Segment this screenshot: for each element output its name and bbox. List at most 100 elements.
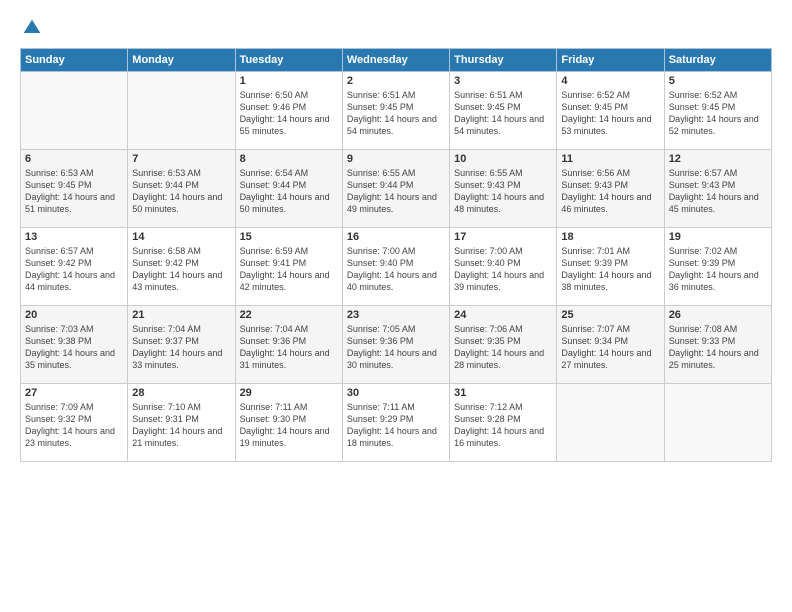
day-cell: 12 Sunrise: 6:57 AM Sunset: 9:43 PM Dayli… xyxy=(664,150,771,228)
day-cell: 20 Sunrise: 7:03 AM Sunset: 9:38 PM Dayli… xyxy=(21,306,128,384)
day-info: Sunrise: 6:54 AM Sunset: 9:44 PM Dayligh… xyxy=(240,167,338,216)
day-number: 11 xyxy=(561,153,659,165)
day-info: Sunrise: 7:00 AM Sunset: 9:40 PM Dayligh… xyxy=(347,245,445,294)
day-cell: 31 Sunrise: 7:12 AM Sunset: 9:28 PM Dayli… xyxy=(450,384,557,462)
day-number: 13 xyxy=(25,231,123,243)
day-cell: 14Sunrise: 6:58 AM Sunset: 9:42 PM Dayli… xyxy=(128,228,235,306)
day-number: 20 xyxy=(25,309,123,321)
day-cell: 11 Sunrise: 6:56 AM Sunset: 9:43 PM Dayli… xyxy=(557,150,664,228)
day-info: Sunrise: 6:51 AM Sunset: 9:45 PM Dayligh… xyxy=(347,89,445,138)
day-number: 7 xyxy=(132,153,230,165)
day-number: 27 xyxy=(25,387,123,399)
header xyxy=(20,18,772,38)
day-cell: 3Sunrise: 6:51 AM Sunset: 9:45 PM Daylig… xyxy=(450,72,557,150)
day-number: 12 xyxy=(669,153,767,165)
day-cell: 1 Sunrise: 6:50 AM Sunset: 9:46 PM Daylig… xyxy=(235,72,342,150)
day-cell xyxy=(21,72,128,150)
week-row-2: 6Sunrise: 6:53 AM Sunset: 9:45 PM Daylig… xyxy=(21,150,772,228)
day-cell: 18 Sunrise: 7:01 AM Sunset: 9:39 PM Dayli… xyxy=(557,228,664,306)
day-info: Sunrise: 7:01 AM Sunset: 9:39 PM Dayligh… xyxy=(561,245,659,294)
header-cell-friday: Friday xyxy=(557,49,664,72)
day-number: 21 xyxy=(132,309,230,321)
day-number: 9 xyxy=(347,153,445,165)
day-info: Sunrise: 7:11 AM Sunset: 9:30 PM Dayligh… xyxy=(240,401,338,450)
header-cell-saturday: Saturday xyxy=(664,49,771,72)
day-cell: 16Sunrise: 7:00 AM Sunset: 9:40 PM Dayli… xyxy=(342,228,449,306)
day-cell: 9 Sunrise: 6:55 AM Sunset: 9:44 PM Daylig… xyxy=(342,150,449,228)
day-cell xyxy=(557,384,664,462)
day-info: Sunrise: 6:50 AM Sunset: 9:46 PM Dayligh… xyxy=(240,89,338,138)
day-info: Sunrise: 6:57 AM Sunset: 9:43 PM Dayligh… xyxy=(669,167,767,216)
day-info: Sunrise: 7:02 AM Sunset: 9:39 PM Dayligh… xyxy=(669,245,767,294)
day-number: 2 xyxy=(347,75,445,87)
day-info: Sunrise: 7:00 AM Sunset: 9:40 PM Dayligh… xyxy=(454,245,552,294)
day-cell: 17 Sunrise: 7:00 AM Sunset: 9:40 PM Dayli… xyxy=(450,228,557,306)
logo-icon xyxy=(22,18,42,38)
day-cell: 15 Sunrise: 6:59 AM Sunset: 9:41 PM Dayli… xyxy=(235,228,342,306)
day-info: Sunrise: 7:04 AM Sunset: 9:37 PM Dayligh… xyxy=(132,323,230,372)
day-number: 10 xyxy=(454,153,552,165)
day-info: Sunrise: 6:57 AM Sunset: 9:42 PM Dayligh… xyxy=(25,245,123,294)
day-number: 18 xyxy=(561,231,659,243)
day-info: Sunrise: 7:05 AM Sunset: 9:36 PM Dayligh… xyxy=(347,323,445,372)
day-number: 25 xyxy=(561,309,659,321)
day-info: Sunrise: 7:12 AM Sunset: 9:28 PM Dayligh… xyxy=(454,401,552,450)
day-info: Sunrise: 7:09 AM Sunset: 9:32 PM Dayligh… xyxy=(25,401,123,450)
day-cell xyxy=(664,384,771,462)
day-cell: 24 Sunrise: 7:06 AM Sunset: 9:35 PM Dayli… xyxy=(450,306,557,384)
day-number: 15 xyxy=(240,231,338,243)
day-cell: 26 Sunrise: 7:08 AM Sunset: 9:33 PM Dayli… xyxy=(664,306,771,384)
day-number: 4 xyxy=(561,75,659,87)
day-cell: 5 Sunrise: 6:52 AM Sunset: 9:45 PM Daylig… xyxy=(664,72,771,150)
day-cell: 7 Sunrise: 6:53 AM Sunset: 9:44 PM Daylig… xyxy=(128,150,235,228)
day-info: Sunrise: 7:03 AM Sunset: 9:38 PM Dayligh… xyxy=(25,323,123,372)
day-cell: 30Sunrise: 7:11 AM Sunset: 9:29 PM Dayli… xyxy=(342,384,449,462)
day-number: 5 xyxy=(669,75,767,87)
day-number: 28 xyxy=(132,387,230,399)
day-info: Sunrise: 7:08 AM Sunset: 9:33 PM Dayligh… xyxy=(669,323,767,372)
day-number: 14 xyxy=(132,231,230,243)
calendar-table: SundayMondayTuesdayWednesdayThursdayFrid… xyxy=(20,48,772,462)
day-info: Sunrise: 7:06 AM Sunset: 9:35 PM Dayligh… xyxy=(454,323,552,372)
day-cell: 13 Sunrise: 6:57 AM Sunset: 9:42 PM Dayli… xyxy=(21,228,128,306)
day-cell xyxy=(128,72,235,150)
day-number: 1 xyxy=(240,75,338,87)
day-cell: 10 Sunrise: 6:55 AM Sunset: 9:43 PM Dayli… xyxy=(450,150,557,228)
day-number: 8 xyxy=(240,153,338,165)
day-cell: 29Sunrise: 7:11 AM Sunset: 9:30 PM Dayli… xyxy=(235,384,342,462)
day-cell: 6Sunrise: 6:53 AM Sunset: 9:45 PM Daylig… xyxy=(21,150,128,228)
header-cell-thursday: Thursday xyxy=(450,49,557,72)
header-cell-tuesday: Tuesday xyxy=(235,49,342,72)
day-number: 26 xyxy=(669,309,767,321)
header-cell-wednesday: Wednesday xyxy=(342,49,449,72)
day-info: Sunrise: 7:07 AM Sunset: 9:34 PM Dayligh… xyxy=(561,323,659,372)
day-cell: 22Sunrise: 7:04 AM Sunset: 9:36 PM Dayli… xyxy=(235,306,342,384)
day-info: Sunrise: 6:53 AM Sunset: 9:45 PM Dayligh… xyxy=(25,167,123,216)
day-cell: 21 Sunrise: 7:04 AM Sunset: 9:37 PM Dayli… xyxy=(128,306,235,384)
day-number: 17 xyxy=(454,231,552,243)
day-number: 24 xyxy=(454,309,552,321)
day-cell: 8 Sunrise: 6:54 AM Sunset: 9:44 PM Daylig… xyxy=(235,150,342,228)
day-cell: 19Sunrise: 7:02 AM Sunset: 9:39 PM Dayli… xyxy=(664,228,771,306)
header-cell-sunday: Sunday xyxy=(21,49,128,72)
day-number: 30 xyxy=(347,387,445,399)
day-info: Sunrise: 6:52 AM Sunset: 9:45 PM Dayligh… xyxy=(561,89,659,138)
day-info: Sunrise: 7:10 AM Sunset: 9:31 PM Dayligh… xyxy=(132,401,230,450)
day-number: 3 xyxy=(454,75,552,87)
page: SundayMondayTuesdayWednesdayThursdayFrid… xyxy=(0,0,792,612)
day-info: Sunrise: 6:59 AM Sunset: 9:41 PM Dayligh… xyxy=(240,245,338,294)
day-number: 22 xyxy=(240,309,338,321)
day-number: 23 xyxy=(347,309,445,321)
day-info: Sunrise: 6:55 AM Sunset: 9:44 PM Dayligh… xyxy=(347,167,445,216)
day-info: Sunrise: 6:56 AM Sunset: 9:43 PM Dayligh… xyxy=(561,167,659,216)
day-number: 31 xyxy=(454,387,552,399)
day-cell: 2 Sunrise: 6:51 AM Sunset: 9:45 PM Daylig… xyxy=(342,72,449,150)
header-row: SundayMondayTuesdayWednesdayThursdayFrid… xyxy=(21,49,772,72)
day-info: Sunrise: 6:52 AM Sunset: 9:45 PM Dayligh… xyxy=(669,89,767,138)
logo xyxy=(20,18,42,38)
day-info: Sunrise: 6:53 AM Sunset: 9:44 PM Dayligh… xyxy=(132,167,230,216)
day-cell: 25 Sunrise: 7:07 AM Sunset: 9:34 PM Dayli… xyxy=(557,306,664,384)
day-cell: 23 Sunrise: 7:05 AM Sunset: 9:36 PM Dayli… xyxy=(342,306,449,384)
day-info: Sunrise: 6:55 AM Sunset: 9:43 PM Dayligh… xyxy=(454,167,552,216)
day-cell: 4 Sunrise: 6:52 AM Sunset: 9:45 PM Daylig… xyxy=(557,72,664,150)
